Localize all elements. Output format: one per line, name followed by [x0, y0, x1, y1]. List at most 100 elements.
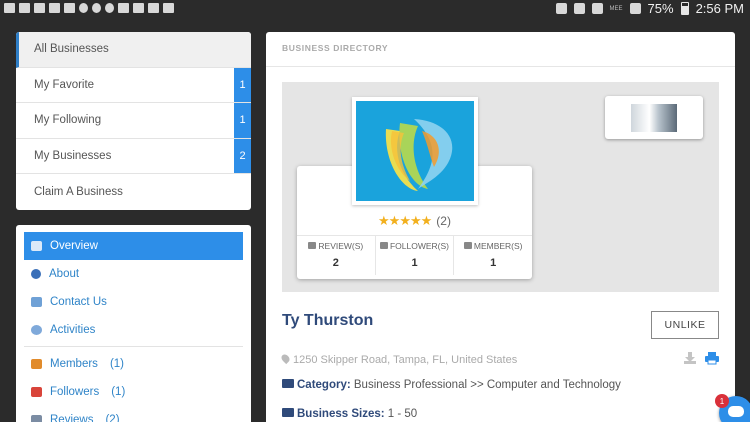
chat-unread-badge: 1: [715, 394, 729, 408]
notification-icons: [4, 3, 174, 13]
menu-label: Overview: [50, 240, 98, 252]
menu-label: Members: [50, 358, 98, 370]
rating-count: (2): [436, 214, 451, 228]
cover-image: [631, 104, 677, 132]
stat-label: MEMBER(S): [473, 241, 523, 251]
sizes-value: 1 - 50: [387, 408, 418, 420]
stats-row: REVIEW(S) 2 FOLLOWER(S) 1 MEMBER(S) 1: [297, 235, 532, 275]
chat-icon: [728, 406, 744, 417]
menu-reviews[interactable]: Reviews (2): [24, 406, 243, 422]
menu-label: Reviews: [50, 414, 94, 422]
alarm-icon: [591, 3, 603, 14]
users-icon: [282, 408, 294, 417]
stat-label: REVIEW(S): [318, 241, 364, 251]
menu-label: Contact Us: [50, 296, 107, 308]
stat-reviews[interactable]: REVIEW(S) 2: [297, 236, 376, 275]
count-badge: 2: [234, 138, 251, 174]
map-marker-icon: [279, 352, 292, 365]
stat-members[interactable]: MEMBER(S) 1: [454, 236, 532, 275]
panel-title: BUSINESS DIRECTORY: [282, 43, 389, 53]
edit-icon: [308, 242, 317, 249]
nav-my-favorite[interactable]: My Favorite 1: [16, 67, 251, 104]
business-sizes: Business Sizes: 1 - 50: [282, 408, 417, 420]
nav-label: My Following: [34, 114, 102, 127]
signal-icon: [629, 3, 641, 14]
menu-followers[interactable]: Followers (1): [24, 378, 243, 406]
business-name: Ty Thurston: [282, 312, 374, 329]
image-icon: [64, 3, 75, 13]
menu-divider: [24, 346, 243, 347]
nav-claim-business[interactable]: Claim A Business: [16, 174, 251, 210]
address-text: 1250 Skipper Road, Tampa, FL, United Sta…: [293, 354, 518, 366]
rating: ★★★★★ (2): [297, 213, 532, 229]
menu-members[interactable]: Members (1): [24, 350, 243, 378]
check-icon: [148, 3, 159, 13]
network-label: MEE: [609, 5, 623, 12]
menu-label: Followers: [50, 386, 100, 398]
battery-percent: 75%: [647, 1, 674, 16]
category-label: Category:: [297, 379, 351, 391]
comment-icon: [31, 325, 42, 335]
star-rating-icon: ★★★★★: [378, 213, 432, 228]
nav-my-businesses[interactable]: My Businesses 2: [16, 138, 251, 175]
stat-value: 1: [490, 257, 497, 269]
stat-followers[interactable]: FOLLOWER(S) 1: [376, 236, 455, 275]
battery-icon: [680, 2, 689, 15]
gmail-icon: [34, 3, 45, 13]
envelope-icon: [31, 297, 42, 307]
menu-count: (1): [111, 386, 126, 398]
nav-label: My Businesses: [34, 150, 112, 163]
divider: [266, 66, 735, 67]
mute-icon: [573, 3, 585, 14]
business-logo[interactable]: [352, 97, 478, 205]
stat-value: 1: [411, 257, 418, 269]
members-icon: [31, 359, 42, 369]
email-icon: [49, 3, 60, 13]
nav-label: All Businesses: [34, 43, 109, 56]
nav-all-businesses[interactable]: All Businesses: [16, 32, 251, 68]
status-bar: MEE 75% 2:56 PM: [0, 0, 750, 17]
menu-activities[interactable]: Activities: [24, 316, 243, 344]
menu-count: (1): [109, 358, 124, 370]
arrow-right-icon: [379, 242, 388, 249]
business-filter-nav: All Businesses My Favorite 1 My Followin…: [16, 32, 251, 210]
count-badge: 1: [234, 103, 251, 138]
instagram-icon: [92, 3, 101, 13]
business-menu: Overview About Contact Us Activities Mem…: [16, 225, 251, 422]
stat-value: 2: [332, 257, 339, 269]
download-icon[interactable]: [683, 351, 697, 365]
menu-label: Activities: [50, 324, 96, 336]
facebook-icon: [4, 3, 15, 13]
menu-contact-us[interactable]: Contact Us: [24, 288, 243, 316]
menu-about[interactable]: About: [24, 260, 243, 288]
users-icon: [463, 242, 472, 249]
business-address: 1250 Skipper Road, Tampa, FL, United Sta…: [279, 352, 518, 366]
reviews-icon: [31, 415, 42, 422]
system-status: MEE 75% 2:56 PM: [555, 1, 744, 16]
menu-label: About: [49, 268, 80, 280]
menu-overview[interactable]: Overview: [24, 232, 243, 260]
overview-icon: [31, 241, 42, 251]
nav-my-following[interactable]: My Following 1: [16, 103, 251, 139]
unlike-button[interactable]: UNLIKE: [651, 311, 719, 339]
logo-image: [356, 101, 474, 201]
menu-count: (2): [105, 414, 120, 422]
cover-photo-thumbnail[interactable]: [605, 96, 703, 139]
count-badge: 1: [234, 67, 251, 103]
mail-icon: [19, 3, 30, 13]
info-icon: [31, 269, 41, 279]
message-icon: [118, 3, 129, 13]
print-icon[interactable]: [705, 351, 719, 365]
sizes-label: Business Sizes:: [297, 408, 385, 420]
nav-label: Claim A Business: [34, 186, 123, 199]
check-icon: [133, 3, 144, 13]
followers-icon: [31, 387, 42, 397]
folder-icon: [282, 379, 294, 388]
stat-label: FOLLOWER(S): [389, 241, 450, 251]
location-icon: [105, 3, 114, 13]
business-directory-panel: BUSINESS DIRECTORY ★★★★★ (2) REVIEW(S) 2 …: [266, 32, 735, 422]
business-category: Category: Business Professional >> Compu…: [282, 379, 621, 391]
category-value: Business Professional >> Computer and Te…: [353, 379, 621, 391]
check-icon: [163, 3, 174, 13]
clock: 2:56 PM: [695, 1, 744, 16]
